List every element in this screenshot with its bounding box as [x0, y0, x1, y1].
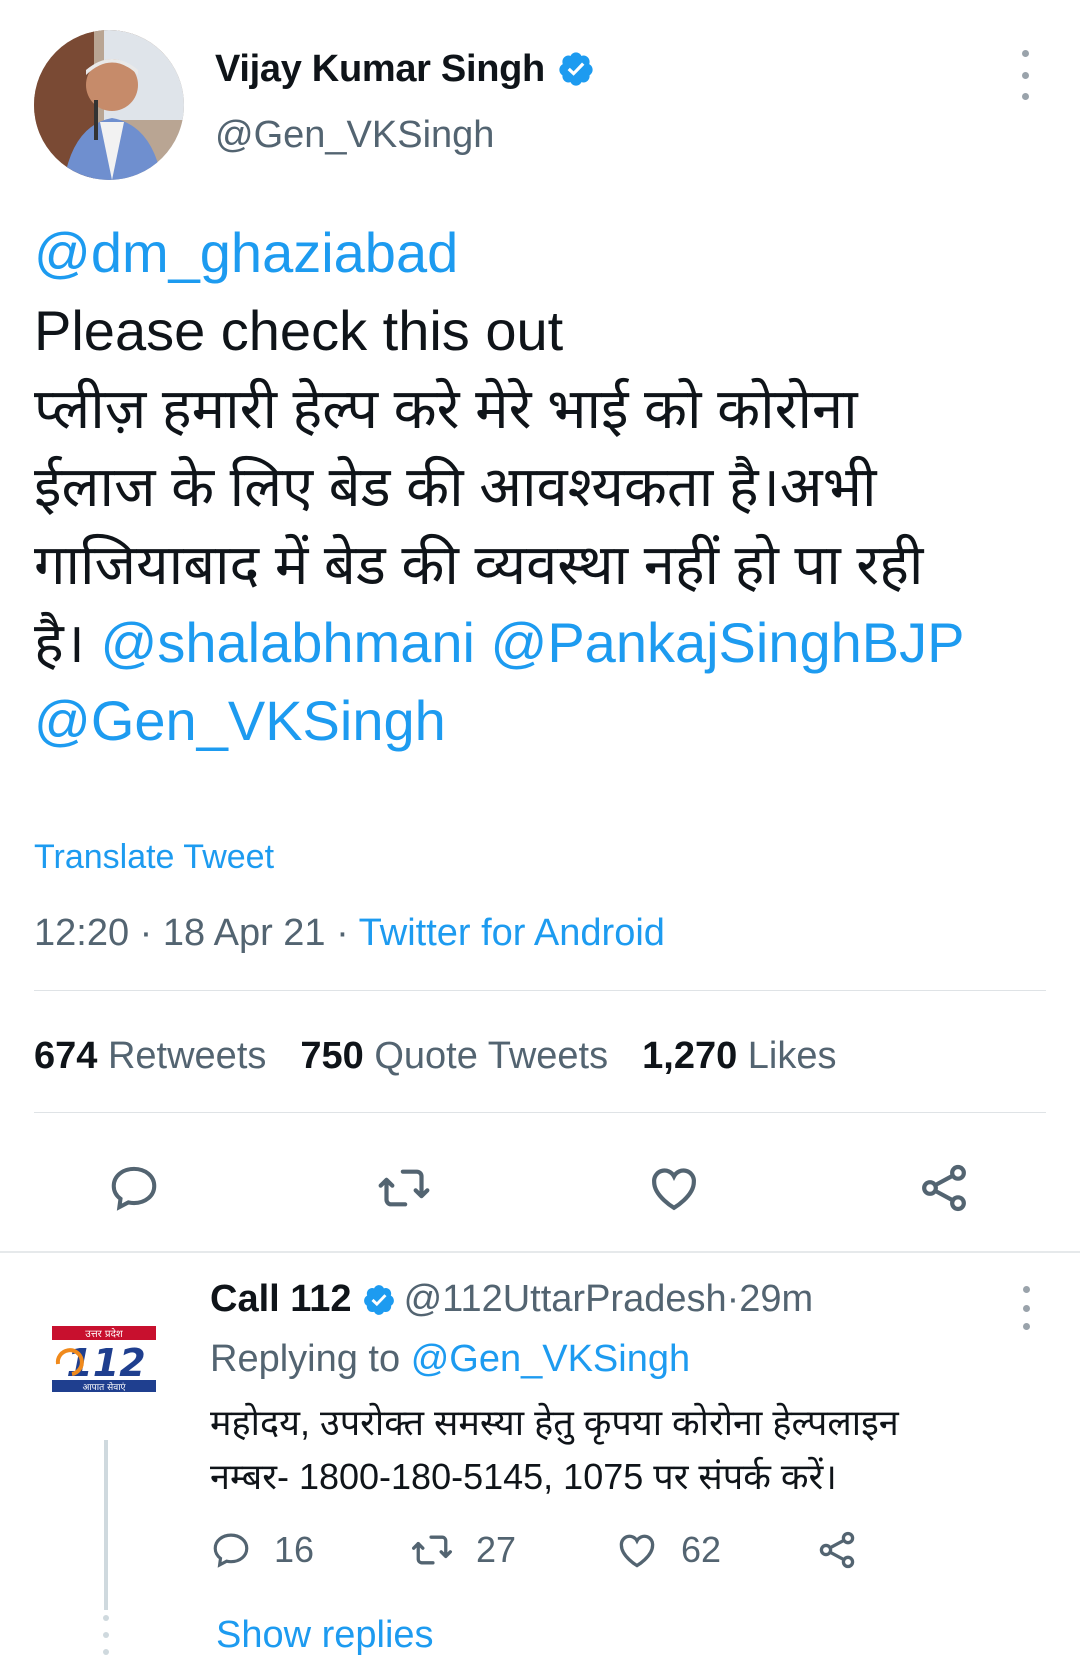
like-icon [652, 1168, 696, 1211]
tweet-text-segment: Please check this out [34, 299, 564, 362]
thread-ellipsis-icon [100, 1615, 112, 1655]
author-name-row: Vijay Kumar Singh [215, 44, 595, 94]
tweet-source-link[interactable]: Twitter for Android [359, 912, 665, 954]
more-dot [1021, 50, 1029, 57]
likes-count: 1,270 [642, 1035, 738, 1077]
reply-text-line: नम्बर- 1800-180-5145, 1075 पर संपर्क करे… [210, 1456, 837, 1497]
translate-tweet-link[interactable]: Translate Tweet [34, 838, 274, 877]
reply-more-options-button[interactable] [1016, 1286, 1036, 1330]
replying-to-handle[interactable]: @Gen_VKSingh [411, 1338, 690, 1380]
meta-separator: · [325, 912, 359, 954]
author-avatar[interactable] [34, 30, 184, 180]
tweet-text-line: प्लीज़ हमारी हेल्प करे मेरे भाई को कोरोन… [34, 370, 1054, 448]
author-handle[interactable]: @Gen_VKSingh [215, 114, 494, 157]
mention-link[interactable]: @Gen_VKSingh [34, 689, 446, 752]
verified-badge-icon [363, 1284, 394, 1315]
mention-link[interactable]: @shalabhmani [101, 611, 475, 674]
tweet-time: 12:20 [34, 912, 130, 954]
avatar-photo [34, 30, 184, 180]
divider [34, 990, 1046, 991]
tweet-text-line: Please check this out [34, 292, 1054, 370]
tweet-text-segment: है। [34, 611, 101, 674]
share-icon [922, 1164, 966, 1212]
share-icon [819, 1531, 855, 1569]
reply-icon [111, 1166, 157, 1211]
reply-reply-button[interactable]: 16 [210, 1529, 410, 1571]
reply-like-button[interactable]: 62 [615, 1528, 815, 1572]
divider [34, 1112, 1046, 1113]
share-button[interactable] [914, 1158, 974, 1218]
tweet-text-line: ईलाज के लिए बेड की आवश्यकता है।अभी [34, 448, 1054, 526]
tweet-text-line: गाजियाबाद में बेड की व्यवस्था नहीं हो पा… [34, 526, 1054, 604]
call112-logo: उत्तर प्रदेश 112 आपात सेवाएं [52, 1326, 156, 1393]
show-replies-link[interactable]: Show replies [216, 1614, 434, 1657]
reply-retweet-count: 27 [476, 1529, 517, 1570]
logo-bottom-text: आपात सेवाएं [82, 1381, 126, 1393]
tweet-meta: 12:20 · 18 Apr 21 · Twitter for Android [34, 912, 665, 955]
more-options-button[interactable] [1010, 50, 1040, 100]
section-divider [0, 1251, 1080, 1253]
retweet-button[interactable] [374, 1158, 434, 1218]
like-icon [619, 1534, 655, 1568]
tweet-text-segment: गाजियाबाद में बेड की व्यवस्था नहीं हो पा… [34, 533, 924, 596]
quote-tweets-stat[interactable]: 750 Quote Tweets [300, 1035, 608, 1078]
retweet-icon [378, 1169, 430, 1207]
thread-line [104, 1440, 108, 1610]
retweets-label: Retweets [107, 1035, 267, 1077]
reply-button[interactable] [104, 1158, 164, 1218]
likes-label: Likes [747, 1035, 837, 1077]
reply-retweet-button[interactable]: 27 [410, 1528, 615, 1572]
reply-text: महोदय, उपरोक्त समस्या हेतु कृपया कोरोना … [210, 1396, 1040, 1504]
tweet-text-segment [475, 611, 491, 674]
tweet-text-segment: ईलाज के लिए बेड की आवश्यकता है।अभी [34, 455, 877, 518]
quote-tweets-count: 750 [300, 1035, 364, 1077]
meta-separator: · [129, 912, 163, 954]
reply-handle[interactable]: @112UttarPradesh [404, 1278, 727, 1321]
quote-tweets-label: Quote Tweets [374, 1035, 609, 1077]
retweets-count: 674 [34, 1035, 98, 1077]
replying-to: Replying to @Gen_VKSingh [210, 1338, 690, 1381]
reply-time-ago[interactable]: 29m [739, 1278, 813, 1321]
retweet-icon [412, 1535, 452, 1565]
logo-top-text: उत्तर प्रदेश [85, 1328, 123, 1340]
tweet-text-line: है। @shalabhmani @PankajSinghBJP [34, 604, 1054, 682]
tweet-text-line: @dm_ghaziabad [34, 214, 1054, 292]
tweet-date: 18 Apr 21 [162, 912, 326, 954]
reply-action-bar: 16 27 62 [210, 1528, 881, 1572]
reply-time-separator: · [726, 1278, 740, 1320]
mention-link[interactable]: @dm_ghaziabad [34, 221, 458, 284]
tweet-text: @dm_ghaziabad Please check this out प्लीज़… [34, 214, 1054, 760]
like-button[interactable] [644, 1158, 704, 1218]
tweet-stats: 674 Retweets 750 Quote Tweets 1,270 Like… [34, 1035, 871, 1078]
more-dot [1021, 93, 1029, 100]
call112-avatar[interactable]: उत्तर प्रदेश 112 आपात सेवाएं [52, 1320, 162, 1400]
reply-like-count: 62 [681, 1529, 722, 1570]
verified-badge-icon [559, 52, 593, 86]
tweet-text-segment: प्लीज़ हमारी हेल्प करे मेरे भाई को कोरोन… [34, 377, 858, 440]
more-dot [1021, 71, 1029, 79]
reply-header: Call 112 @112UttarPradesh · 29m [210, 1278, 813, 1321]
retweets-stat[interactable]: 674 Retweets [34, 1035, 266, 1078]
author-display-name[interactable]: Vijay Kumar Singh [215, 48, 545, 91]
mention-link[interactable]: @PankajSinghBJP [490, 611, 964, 674]
replying-to-label: Replying to [210, 1338, 401, 1380]
likes-stat[interactable]: 1,270 Likes [642, 1035, 836, 1078]
reply-share-button[interactable] [815, 1528, 881, 1572]
reply-icon [213, 1533, 249, 1568]
reply-text-line: महोदय, उपरोक्त समस्या हेतु कृपया कोरोना … [210, 1402, 899, 1443]
reply-display-name[interactable]: Call 112 [210, 1278, 352, 1321]
reply-reply-count: 16 [274, 1529, 315, 1570]
logo-number: 112 [66, 1341, 145, 1385]
tweet-text-line: @Gen_VKSingh [34, 682, 1054, 760]
